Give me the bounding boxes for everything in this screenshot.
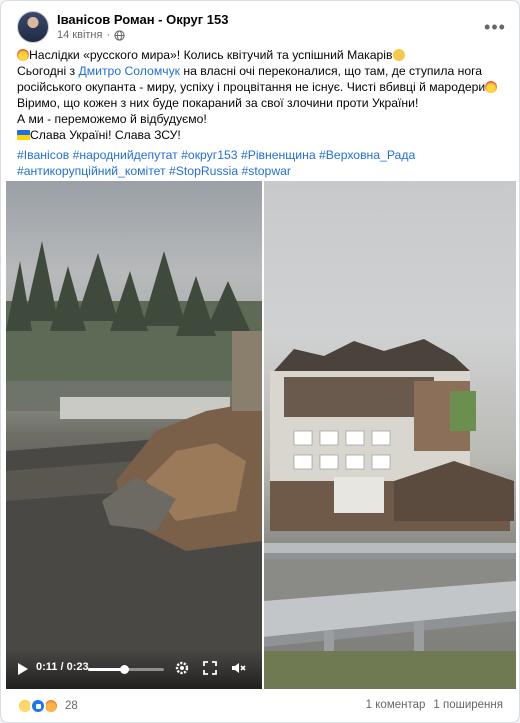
photo-damaged-building[interactable]	[264, 181, 516, 689]
like-reaction-icon	[30, 698, 46, 714]
angry-face-emoji-icon	[17, 49, 29, 61]
post-media: 0:11 / 0:23	[6, 181, 516, 689]
post-line-4: Віримо, що кожен з них буде покараний за…	[17, 96, 419, 110]
hashtag-link[interactable]: #антикорупційний_комітет	[17, 164, 166, 178]
video-progress-bar[interactable]	[88, 665, 164, 674]
hashtag-link[interactable]: #округ153	[181, 148, 237, 162]
post-text: Наслідки «русского мира»! Колись квітучи…	[17, 47, 503, 179]
hashtag-link[interactable]: #stopwar	[242, 164, 291, 178]
reaction-count: 28	[65, 700, 78, 712]
video-time: 0:11 / 0:23	[36, 661, 89, 673]
mention-link[interactable]: Дмитро Соломчук	[79, 64, 180, 78]
hashtags-line-1: #Іванісов #народнийдепутат #округ153 #Рі…	[17, 147, 503, 163]
post-line-5: А ми - переможемо й відбудуємо!	[17, 112, 207, 126]
sad-face-emoji-icon	[392, 49, 405, 61]
angry-face-emoji-icon	[485, 81, 498, 93]
post-line-6: Слава Україні! Слава ЗСУ!	[17, 127, 503, 143]
post-header: Іванісов Роман - Округ 153 14 квітня · •…	[17, 11, 505, 43]
damaged-building-illustration	[264, 339, 516, 689]
settings-gear-icon[interactable]	[174, 660, 190, 676]
post-footer: 28 1 коментар 1 поширення	[17, 697, 503, 717]
post-date[interactable]: 14 квітня	[57, 29, 102, 41]
post-stats: 1 коментар 1 поширення	[366, 699, 503, 711]
ukraine-flag-icon	[17, 130, 30, 140]
hashtag-link[interactable]: #народнийдепутат	[73, 148, 178, 162]
play-icon[interactable]	[18, 663, 28, 675]
fullscreen-icon[interactable]	[202, 660, 218, 676]
post-line-1: Наслідки «русского мира»! Колись квітучи…	[17, 47, 503, 63]
post-line-2: Сьогодні з Дмитро Соломчук на власні очі…	[17, 64, 483, 78]
hashtags-line-2: #антикорупційний_комітет #StopRussia #st…	[17, 163, 503, 179]
video-frame-street-scene	[6, 241, 262, 689]
shares-count[interactable]: 1 поширення	[433, 699, 503, 711]
video-progress-fill	[88, 668, 125, 671]
hashtag-link[interactable]: #Рівненщина	[241, 148, 316, 162]
facebook-post-card: Іванісов Роман - Округ 153 14 квітня · •…	[0, 0, 520, 723]
volume-muted-icon[interactable]	[230, 660, 246, 676]
reactions-summary[interactable]: 28	[17, 698, 78, 714]
hashtag-link[interactable]: #StopRussia	[169, 164, 238, 178]
comments-count[interactable]: 1 коментар	[366, 699, 426, 711]
video-progress-knob[interactable]	[120, 665, 130, 674]
hashtag-link[interactable]: #Верховна_Рада	[319, 148, 415, 162]
video-player[interactable]: 0:11 / 0:23	[6, 181, 262, 689]
more-options-icon[interactable]: •••	[481, 13, 509, 41]
post-meta: 14 квітня ·	[57, 29, 125, 41]
post-line-3: російського окупанта - миру, успіху і пр…	[17, 79, 503, 95]
video-controls: 0:11 / 0:23	[6, 649, 262, 689]
hashtag-link[interactable]: #Іванісов	[17, 148, 69, 162]
author-avatar[interactable]	[17, 11, 49, 43]
globe-icon	[114, 29, 125, 41]
author-name[interactable]: Іванісов Роман - Округ 153	[57, 12, 228, 27]
hashtags: #Іванісов #народнийдепутат #округ153 #Рі…	[17, 147, 503, 179]
